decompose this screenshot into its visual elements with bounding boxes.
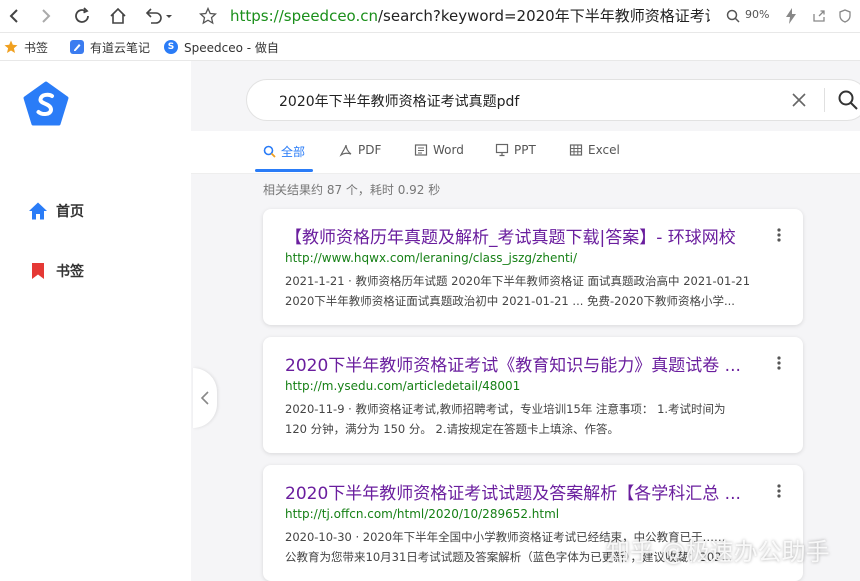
result-url[interactable]: http://m.ysedu.com/articledetail/48001	[285, 379, 520, 393]
more-options-icon[interactable]	[775, 355, 783, 371]
search-icon[interactable]	[837, 89, 859, 111]
url-path: /search?keyword=2020年下半年教师资格证考试真题|	[378, 7, 710, 25]
sidebar: 首页 书签	[0, 61, 191, 581]
bookmark-icon	[32, 263, 44, 279]
tab-label: PDF	[358, 143, 382, 157]
more-options-icon[interactable]	[775, 227, 783, 243]
chevron-left-icon	[200, 391, 209, 405]
bookmark-label: 书签	[24, 40, 49, 55]
bookmark-speedceo[interactable]: S Speedceo - 做自	[164, 38, 279, 56]
home-icon	[29, 202, 47, 220]
search-box	[246, 79, 860, 121]
sidebar-item-label: 首页	[56, 204, 84, 220]
star-bookmark-icon[interactable]	[196, 4, 220, 28]
bookmark-label: 有道云笔记	[90, 40, 151, 55]
result-title[interactable]: 【教师资格历年真题及解析_考试真题下载|答案】- 环球网校	[285, 223, 765, 248]
snippet-line: 2021-1-21 · 教师资格历年试题 2020年下半年教师资格证 面试真题政…	[285, 274, 751, 288]
bookmarks-bar: 书签 有道云笔记 S Speedceo - 做自	[0, 33, 860, 61]
watermark: 知乎 @极速办公助手	[606, 538, 830, 566]
star-icon	[4, 40, 18, 54]
word-doc-icon	[414, 144, 428, 156]
home-icon[interactable]	[106, 4, 130, 28]
spreadsheet-icon	[569, 144, 583, 156]
result-url[interactable]: http://tj.offcn.com/html/2020/10/289652.…	[285, 507, 559, 521]
sidebar-item-bookmarks[interactable]: 书签	[28, 261, 84, 281]
tab-word[interactable]: Word	[414, 143, 464, 157]
result-card: 【教师资格历年真题及解析_考试真题下载|答案】- 环球网校 http://www…	[263, 209, 803, 325]
speedceo-logo[interactable]	[22, 81, 70, 129]
bookmark-youdao[interactable]: 有道云笔记	[70, 38, 150, 56]
sidebar-item-label: 书签	[56, 264, 84, 280]
tab-all[interactable]: 全部	[263, 143, 305, 160]
lightning-icon[interactable]	[785, 8, 797, 24]
back-icon[interactable]	[2, 4, 26, 28]
browser-toolbar: https://speedceo.cn/search?keyword=2020年…	[0, 0, 860, 33]
active-tab-indicator	[255, 169, 313, 172]
main-content: 全部 PDF Word PPT Excel 相关结果约 87 个，耗时 0.92…	[191, 61, 860, 581]
search-divider	[824, 88, 825, 112]
search-icon	[263, 145, 276, 158]
tab-label: Word	[433, 143, 464, 157]
result-snippet: 2020-11-9 · 教师资格证考试,教师招聘考试，专业培训15年 注意事项：…	[285, 399, 783, 439]
address-bar[interactable]: https://speedceo.cn/search?keyword=2020年…	[230, 6, 710, 26]
url-host: https://speedceo.cn	[230, 7, 378, 25]
tab-label: PPT	[514, 143, 536, 157]
speedceo-icon: S	[164, 40, 178, 54]
zoom-level[interactable]: 90%	[745, 8, 769, 21]
snippet-line: 2020-11-9 · 教师资格证考试,教师招聘考试，专业培训15年 注意事项：…	[285, 402, 726, 416]
result-title[interactable]: 2020下半年教师资格证考试试题及答案解析【各学科汇总 ...	[285, 479, 765, 504]
bookmarks-folder[interactable]: 书签	[4, 38, 48, 56]
undo-close-tab-icon[interactable]	[142, 4, 176, 28]
reload-icon[interactable]	[70, 4, 94, 28]
result-snippet: 2021-1-21 · 教师资格历年试题 2020年下半年教师资格证 面试真题政…	[285, 271, 783, 311]
tab-pdf[interactable]: PDF	[339, 143, 381, 157]
note-icon	[70, 40, 84, 54]
zoom-icon[interactable]	[726, 8, 740, 23]
tab-label: 全部	[281, 145, 306, 159]
forward-icon[interactable]	[34, 4, 58, 28]
tab-excel[interactable]: Excel	[569, 143, 620, 157]
bookmark-label: Speedceo - 做自	[184, 40, 279, 55]
shield-icon[interactable]	[838, 8, 852, 23]
snippet-line: 120 分钟，满分为 150 分。 2.请按规定在答题卡上填涂、作答。	[285, 422, 619, 436]
search-input[interactable]	[277, 89, 781, 113]
result-stats: 相关结果约 87 个，耗时 0.92 秒	[263, 183, 441, 197]
clear-icon[interactable]	[789, 90, 809, 110]
result-url[interactable]: http://www.hqwx.com/leraning/class_jszg/…	[285, 251, 577, 265]
sidebar-item-home[interactable]: 首页	[28, 201, 84, 221]
pdf-icon	[339, 144, 352, 157]
snippet-line: 2020下半年教师资格证面试真题政治初中 2021-01-21 ... 免费-2…	[285, 294, 735, 308]
tab-ppt[interactable]: PPT	[495, 143, 536, 157]
result-card: 2020下半年教师资格证考试《教育知识与能力》真题试卷 ... http://m…	[263, 337, 803, 453]
share-icon[interactable]	[812, 8, 826, 22]
result-title[interactable]: 2020下半年教师资格证考试《教育知识与能力》真题试卷 ...	[285, 351, 765, 376]
more-options-icon[interactable]	[775, 483, 783, 499]
tab-label: Excel	[588, 143, 620, 157]
filter-tabs: 全部 PDF Word PPT Excel	[191, 131, 860, 174]
presentation-icon	[495, 143, 509, 157]
